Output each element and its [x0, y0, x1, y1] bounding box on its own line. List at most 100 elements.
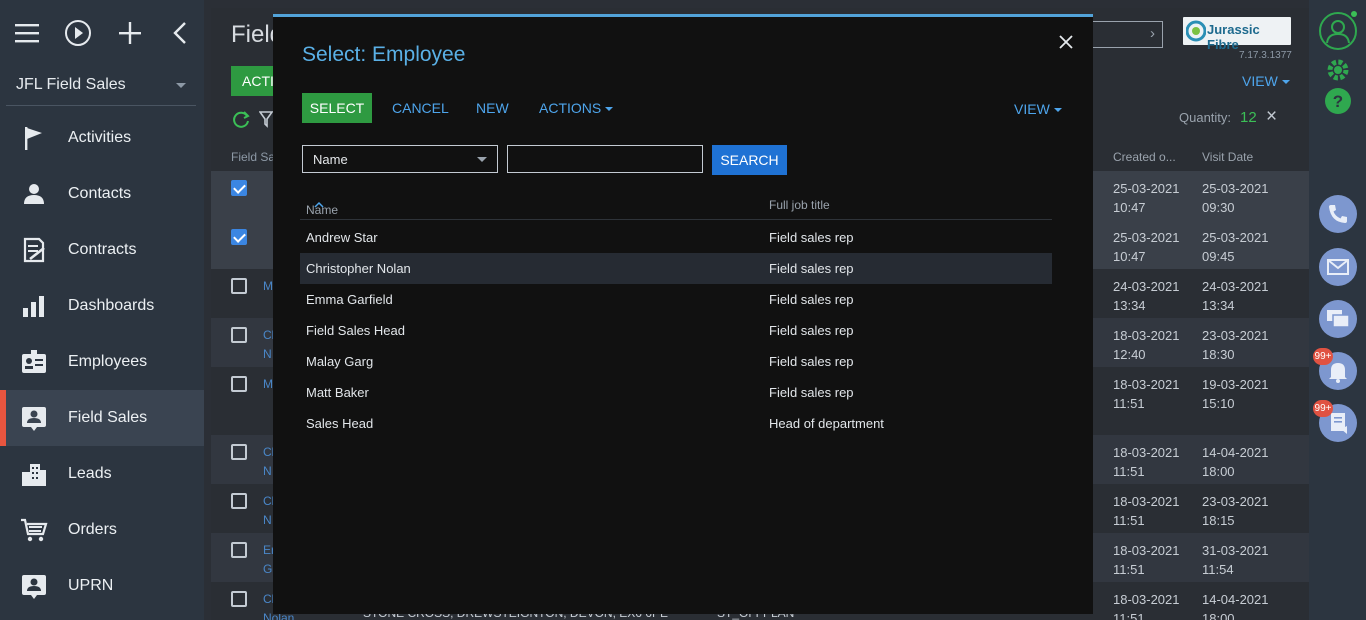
phone-button[interactable] — [1319, 195, 1357, 233]
row-created: 25-03-2021 10:47 — [1113, 181, 1180, 215]
building-icon — [22, 464, 46, 486]
row-created: 18-03-2021 11:51 — [1113, 543, 1180, 577]
sidebar-item-activities[interactable]: Activities — [0, 110, 204, 166]
row-created: 25-03-2021 10:47 — [1113, 230, 1180, 264]
grid-header: Name Full job title — [300, 193, 1052, 220]
workspace-label: JFL Field Sales — [16, 76, 126, 93]
notifications-badge: 99+ — [1313, 348, 1333, 365]
sidebar-item-dashboards[interactable]: Dashboards — [0, 278, 204, 334]
sidebar-item-label: Contracts — [68, 241, 137, 258]
help-icon[interactable]: ? — [1324, 87, 1352, 115]
workspace-selector[interactable]: JFL Field Sales — [6, 64, 196, 106]
row-visit: 24-03-2021 13:34 — [1202, 279, 1269, 313]
employee-job-title: Field sales rep — [769, 354, 854, 369]
filter-field-select[interactable]: Name — [302, 145, 498, 173]
row-created: 18-03-2021 11:51 — [1113, 494, 1180, 528]
sidebar-item-label: Dashboards — [68, 297, 155, 314]
new-button[interactable]: NEW — [476, 93, 509, 123]
row-checkbox[interactable] — [231, 542, 247, 558]
page-view-button[interactable]: VIEW — [1242, 73, 1290, 89]
list-item[interactable]: Sales Head Head of department — [300, 408, 1052, 439]
email-button[interactable] — [1319, 248, 1357, 286]
left-sidebar: JFL Field Sales Activities Contacts Cont… — [0, 0, 204, 620]
id-card-icon — [22, 350, 46, 373]
clear-selection-icon[interactable]: × — [1266, 106, 1277, 128]
employee-job-title: Head of department — [769, 416, 884, 431]
list-item[interactable]: Matt Baker Field sales rep — [300, 377, 1052, 408]
logo-swirl-icon — [1186, 20, 1206, 42]
user-profile-icon[interactable] — [1317, 10, 1359, 52]
row-checkbox[interactable] — [231, 493, 247, 509]
bar-chart-icon — [23, 296, 44, 317]
sidebar-item-orders[interactable]: Orders — [0, 502, 204, 558]
employee-list: Andrew Star Field sales rep Christopher N… — [300, 222, 1052, 439]
page-search-box[interactable]: › — [1091, 21, 1163, 48]
employee-job-title: Field sales rep — [769, 261, 854, 276]
contact-card-icon — [22, 407, 46, 431]
search-input[interactable] — [507, 145, 703, 173]
sidebar-item-contacts[interactable]: Contacts — [0, 166, 204, 222]
refresh-icon[interactable] — [231, 110, 251, 128]
select-employee-dialog: Select: Employee SELECT CANCEL NEW ACTIO… — [273, 14, 1093, 614]
chat-icon — [1327, 310, 1350, 328]
search-button[interactable]: SEARCH — [712, 145, 787, 175]
view-button[interactable]: VIEW — [1014, 94, 1062, 124]
row-checkbox[interactable] — [231, 180, 247, 196]
column-header-job-title[interactable]: Full job title — [769, 198, 830, 212]
chat-button[interactable] — [1319, 300, 1357, 338]
employee-name: Christopher Nolan — [306, 261, 411, 276]
sidebar-toolbar — [0, 0, 204, 66]
sidebar-item-contracts[interactable]: Contracts — [0, 222, 204, 278]
sidebar-item-label: Orders — [68, 521, 117, 538]
gear-icon[interactable] — [1324, 56, 1352, 84]
list-item[interactable]: Emma Garfield Field sales rep — [300, 284, 1052, 315]
phone-icon — [1329, 205, 1347, 223]
employee-name: Sales Head — [306, 416, 374, 431]
row-checkbox[interactable] — [231, 229, 247, 245]
filter-icon[interactable] — [258, 110, 275, 128]
employee-job-title: Field sales rep — [769, 292, 854, 307]
version-label: 7.17.3.1377 — [1239, 50, 1292, 61]
select-button[interactable]: SELECT — [302, 93, 372, 123]
sidebar-item-field-sales[interactable]: Field Sales — [0, 390, 204, 446]
list-item[interactable]: Andrew Star Field sales rep — [300, 222, 1052, 253]
row-checkbox[interactable] — [231, 376, 247, 392]
quantity-value: 12 — [1240, 109, 1257, 126]
collapse-back-icon[interactable] — [167, 19, 195, 47]
row-link[interactable]: M — [263, 375, 273, 394]
flag-icon — [25, 127, 42, 150]
row-visit: 25-03-2021 09:45 — [1202, 230, 1269, 264]
row-visit: 23-03-2021 18:30 — [1202, 328, 1269, 362]
list-item[interactable]: Field Sales Head Field sales rep — [300, 315, 1052, 346]
column-header-field-sales[interactable]: Field Sa — [231, 150, 275, 164]
hamburger-menu-icon[interactable] — [13, 19, 41, 47]
row-checkbox[interactable] — [231, 591, 247, 607]
sidebar-item-label: Field Sales — [68, 409, 148, 426]
column-header-created-on[interactable]: Created o... — [1113, 150, 1176, 164]
employee-name: Andrew Star — [306, 230, 378, 245]
sidebar-item-employees[interactable]: Employees — [0, 334, 204, 390]
row-link[interactable]: M — [263, 277, 273, 296]
column-header-visit-date[interactable]: Visit Date — [1202, 150, 1253, 164]
row-visit: 19-03-2021 15:10 — [1202, 377, 1269, 411]
list-item[interactable]: Christopher Nolan Field sales rep — [300, 253, 1052, 284]
sidebar-item-uprn[interactable]: UPRN — [0, 558, 204, 614]
employee-name: Emma Garfield — [306, 292, 393, 307]
close-icon[interactable] — [1057, 33, 1075, 51]
page-toolbar — [231, 110, 275, 133]
list-item[interactable]: Malay Garg Field sales rep — [300, 346, 1052, 377]
row-checkbox[interactable] — [231, 278, 247, 294]
employee-name: Matt Baker — [306, 385, 369, 400]
row-checkbox[interactable] — [231, 327, 247, 343]
row-checkbox[interactable] — [231, 444, 247, 460]
sidebar-nav: Activities Contacts Contracts Dashboards… — [0, 110, 204, 614]
filter-field-value: Name — [313, 152, 348, 167]
sidebar-item-leads[interactable]: Leads — [0, 446, 204, 502]
cancel-button[interactable]: CANCEL — [392, 93, 449, 123]
play-process-icon[interactable] — [64, 19, 92, 47]
actions-button[interactable]: ACTIONS — [539, 93, 614, 123]
caret-down-icon — [605, 107, 614, 112]
add-icon[interactable] — [116, 19, 144, 47]
column-header-name[interactable]: Name — [306, 198, 338, 217]
contact-card-icon — [22, 575, 46, 599]
